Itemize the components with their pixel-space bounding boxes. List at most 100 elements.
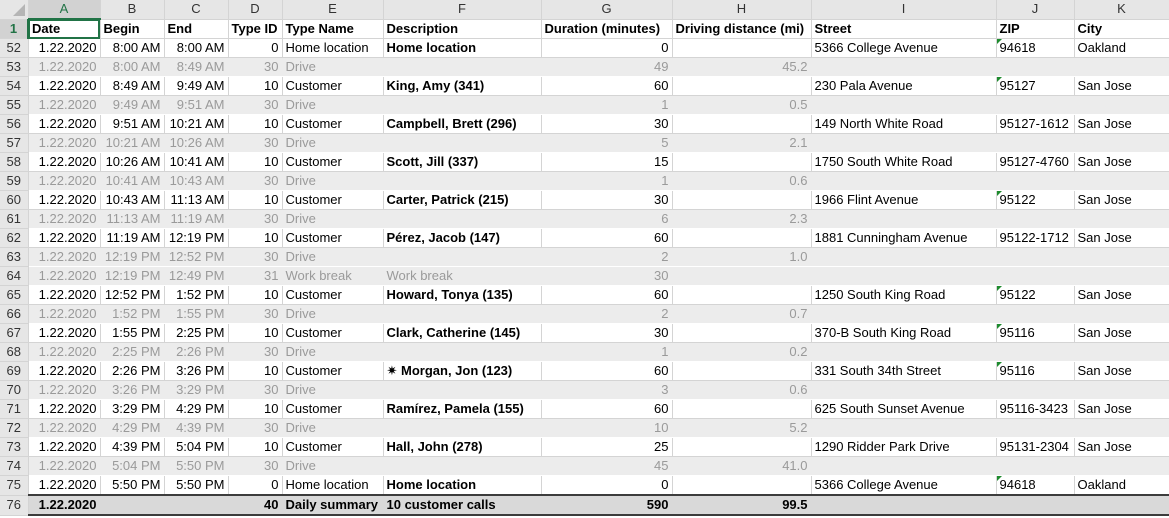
cell-date[interactable]: 1.22.2020 xyxy=(28,456,101,476)
cell-distance[interactable]: 0.7 xyxy=(672,304,812,324)
cell-end[interactable]: 8:00 AM xyxy=(164,38,229,58)
cell-description[interactable] xyxy=(383,304,542,324)
cell-end[interactable]: 1:52 PM xyxy=(164,285,229,305)
cell-description[interactable]: Howard, Tonya (135) xyxy=(383,285,542,305)
cell-zip[interactable] xyxy=(996,494,1075,516)
cell-date[interactable]: 1.22.2020 xyxy=(28,494,101,516)
cell-description[interactable]: ✷ Morgan, Jon (123) xyxy=(383,361,542,381)
cell-street[interactable]: 149 North White Road xyxy=(811,114,997,134)
cell-city[interactable] xyxy=(1074,304,1169,324)
cell-street[interactable] xyxy=(811,494,997,516)
cell-city[interactable]: San Jose xyxy=(1074,228,1169,248)
cell-zip[interactable]: 95122 xyxy=(996,285,1075,305)
cell-zip[interactable] xyxy=(996,57,1075,77)
cell-description[interactable] xyxy=(383,380,542,400)
header-cell-type-id[interactable]: Type ID xyxy=(228,19,283,39)
cell-date[interactable]: 1.22.2020 xyxy=(28,361,101,381)
cell-zip[interactable] xyxy=(996,266,1075,286)
cell-city[interactable] xyxy=(1074,57,1169,77)
cell-street[interactable] xyxy=(811,342,997,362)
column-header-g[interactable]: G xyxy=(541,0,673,20)
cell-zip[interactable] xyxy=(996,247,1075,267)
cell-distance[interactable] xyxy=(672,399,812,419)
cell-distance[interactable]: 5.2 xyxy=(672,418,812,438)
cell-begin[interactable]: 12:19 PM xyxy=(100,266,165,286)
cell-duration[interactable]: 0 xyxy=(541,38,673,58)
number-as-text-warning-icon[interactable] xyxy=(996,39,1002,44)
cell-zip[interactable]: 95127-1612 xyxy=(996,114,1075,134)
cell-street[interactable] xyxy=(811,133,997,153)
cell-distance[interactable] xyxy=(672,285,812,305)
cell-begin[interactable]: 1:52 PM xyxy=(100,304,165,324)
cell-end[interactable]: 2:26 PM xyxy=(164,342,229,362)
cell-type-id[interactable]: 30 xyxy=(228,171,283,191)
cell-zip[interactable]: 95127 xyxy=(996,76,1075,96)
cell-begin[interactable]: 1:55 PM xyxy=(100,323,165,343)
cell-street[interactable]: 1966 Flint Avenue xyxy=(811,190,997,210)
row-header[interactable]: 55 xyxy=(0,95,29,115)
cell-type-name[interactable]: Drive xyxy=(282,380,384,400)
cell-duration[interactable]: 30 xyxy=(541,190,673,210)
cell-distance[interactable] xyxy=(672,76,812,96)
cell-type-name[interactable]: Work break xyxy=(282,266,384,286)
cell-description[interactable] xyxy=(383,133,542,153)
cell-begin[interactable]: 10:21 AM xyxy=(100,133,165,153)
cell-street[interactable]: 5366 College Avenue xyxy=(811,475,997,496)
cell-description[interactable]: Home location xyxy=(383,475,542,496)
select-all-button[interactable] xyxy=(0,0,29,20)
cell-duration[interactable]: 5 xyxy=(541,133,673,153)
column-header-k[interactable]: K xyxy=(1074,0,1169,20)
cell-end[interactable]: 5:50 PM xyxy=(164,456,229,476)
column-header-j[interactable]: J xyxy=(996,0,1075,20)
cell-date[interactable]: 1.22.2020 xyxy=(28,418,101,438)
cell-type-id[interactable]: 30 xyxy=(228,304,283,324)
cell-city[interactable] xyxy=(1074,266,1169,286)
cell-begin[interactable]: 3:29 PM xyxy=(100,399,165,419)
number-as-text-warning-icon[interactable] xyxy=(996,191,1002,196)
cell-street[interactable]: 370-B South King Road xyxy=(811,323,997,343)
cell-end[interactable]: 9:49 AM xyxy=(164,76,229,96)
column-header-a[interactable]: A xyxy=(28,0,101,20)
cell-begin[interactable]: 4:29 PM xyxy=(100,418,165,438)
cell-zip[interactable]: 95122-1712 xyxy=(996,228,1075,248)
cell-city[interactable] xyxy=(1074,494,1169,516)
cell-distance[interactable]: 99.5 xyxy=(672,494,812,516)
cell-end[interactable]: 4:29 PM xyxy=(164,399,229,419)
cell-type-id[interactable]: 30 xyxy=(228,133,283,153)
header-cell-end[interactable]: End xyxy=(164,19,229,39)
cell-end[interactable]: 1:55 PM xyxy=(164,304,229,324)
cell-description[interactable]: Work break xyxy=(383,266,542,286)
cell-end[interactable]: 10:41 AM xyxy=(164,152,229,172)
row-header[interactable]: 69 xyxy=(0,361,29,381)
column-header-e[interactable]: E xyxy=(282,0,384,20)
cell-distance[interactable] xyxy=(672,114,812,134)
row-header[interactable]: 60 xyxy=(0,190,29,210)
cell-distance[interactable] xyxy=(672,361,812,381)
cell-type-id[interactable]: 0 xyxy=(228,475,283,496)
cell-duration[interactable]: 49 xyxy=(541,57,673,77)
cell-end[interactable]: 12:19 PM xyxy=(164,228,229,248)
header-cell-city[interactable]: City xyxy=(1074,19,1169,39)
cell-zip[interactable]: 95131-2304 xyxy=(996,437,1075,457)
cell-date[interactable]: 1.22.2020 xyxy=(28,38,101,58)
row-header[interactable]: 63 xyxy=(0,247,29,267)
cell-duration[interactable]: 10 xyxy=(541,418,673,438)
cell-description[interactable]: Campbell, Brett (296) xyxy=(383,114,542,134)
cell-zip[interactable] xyxy=(996,95,1075,115)
column-header-c[interactable]: C xyxy=(164,0,229,20)
cell-street[interactable] xyxy=(811,247,997,267)
cell-begin[interactable]: 9:49 AM xyxy=(100,95,165,115)
column-header-b[interactable]: B xyxy=(100,0,165,20)
cell-city[interactable]: San Jose xyxy=(1074,437,1169,457)
cell-date[interactable]: 1.22.2020 xyxy=(28,342,101,362)
cell-end[interactable]: 3:26 PM xyxy=(164,361,229,381)
cell-duration[interactable]: 1 xyxy=(541,95,673,115)
cell-date[interactable]: 1.22.2020 xyxy=(28,323,101,343)
cell-duration[interactable]: 30 xyxy=(541,323,673,343)
cell-date[interactable]: 1.22.2020 xyxy=(28,285,101,305)
cell-description[interactable] xyxy=(383,418,542,438)
cell-zip[interactable]: 94618 xyxy=(996,38,1075,58)
cell-city[interactable] xyxy=(1074,95,1169,115)
cell-description[interactable]: King, Amy (341) xyxy=(383,76,542,96)
cell-street[interactable] xyxy=(811,456,997,476)
